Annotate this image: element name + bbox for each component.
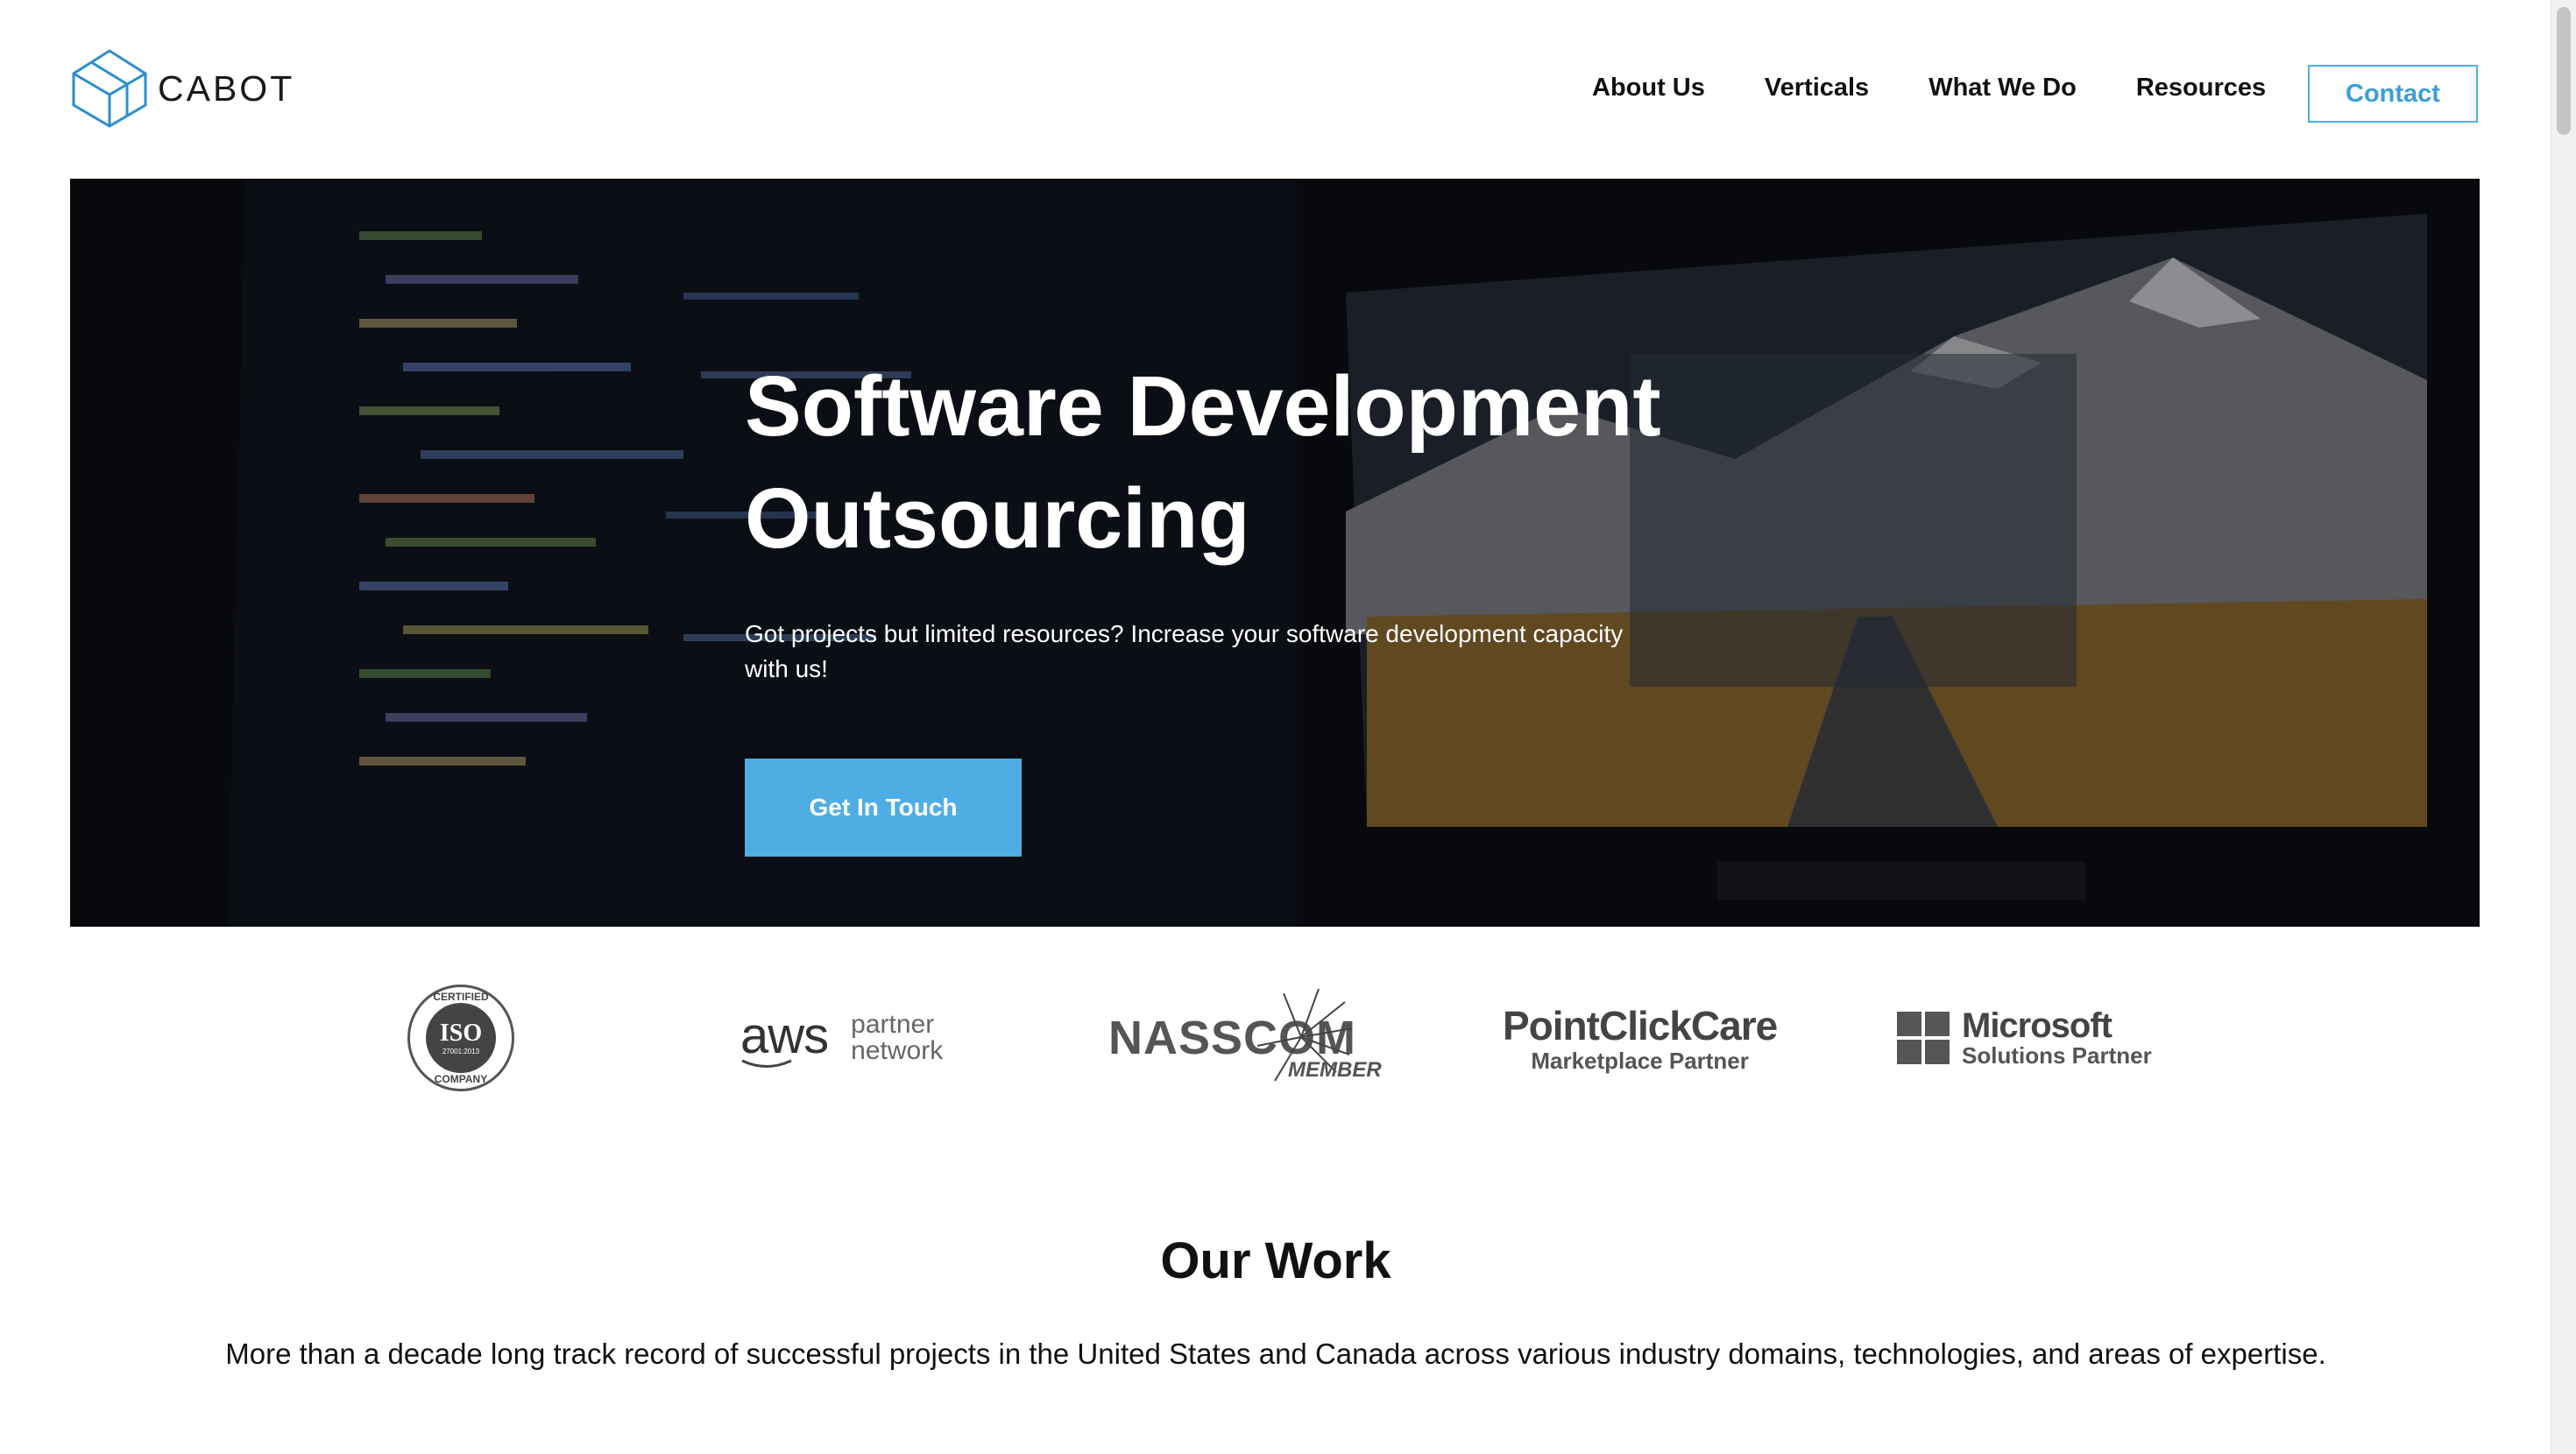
hero-subtitle: Got projects but limited resources? Incr… <box>745 620 1624 682</box>
aws-line1: partner <box>851 1010 935 1039</box>
ms-main: Microsoft <box>1962 1006 2112 1045</box>
nav-about-us[interactable]: About Us <box>1592 74 1705 102</box>
nasscom-sub: MEMBER <box>1288 1058 1382 1082</box>
iso-main: ISO <box>439 1019 483 1047</box>
contact-button[interactable]: Contact <box>2308 65 2478 123</box>
partner-logos: ISO 27001:2013 CERTIFIED COMPANY aws par… <box>0 963 2551 1112</box>
hero-title-line1: Software Development <box>745 358 1661 454</box>
hero-title: Software Development Outsourcing <box>745 350 1709 575</box>
aws-word: aws <box>740 1006 829 1064</box>
microsoft-logo: Microsoft Solutions Partner <box>1897 963 2152 1112</box>
nasscom-logo: NASSCOM MEMBER <box>1108 963 1382 1112</box>
pcc-main: PointClickCare <box>1503 1002 1778 1048</box>
hero-title-line2: Outsourcing <box>745 470 1250 566</box>
hero-content: Software Development Outsourcing Got pro… <box>745 350 1709 687</box>
pointclickcare-logo: PointClickCare Marketplace Partner <box>1503 963 1778 1112</box>
our-work-title: Our Work <box>1160 1232 1391 1289</box>
ms-sub: Solutions Partner <box>1962 1042 2152 1069</box>
iso-logo: ISO 27001:2013 CERTIFIED COMPANY <box>407 963 514 1112</box>
nav-what-we-do[interactable]: What We Do <box>1928 74 2077 102</box>
nav-resources[interactable]: Resources <box>2136 74 2266 102</box>
aws-partner-logo: aws partner network <box>740 963 943 1112</box>
aws-line2: network <box>851 1036 944 1065</box>
iso-number: 27001:2013 <box>442 1047 480 1055</box>
logo[interactable]: CABOT <box>68 47 294 130</box>
logo-text: CABOT <box>158 67 295 109</box>
get-in-touch-button[interactable]: Get In Touch <box>745 759 1022 857</box>
nav-verticals[interactable]: Verticals <box>1765 74 1869 102</box>
hero-banner: Software Development Outsourcing Got pro… <box>70 179 2480 927</box>
aws-smile-icon <box>741 1059 792 1068</box>
scrollbar-thumb[interactable] <box>2557 7 2571 135</box>
pcc-sub: Marketplace Partner <box>1531 1047 1749 1074</box>
cube-logo-icon <box>72 49 147 128</box>
page-scrollbar[interactable] <box>2551 0 2576 1454</box>
iso-bottom-text: COMPANY <box>434 1073 488 1085</box>
microsoft-grid-icon <box>1897 1012 1950 1064</box>
iso-top-text: CERTIFIED <box>433 991 489 1003</box>
our-work-description: More than a decade long track record of … <box>225 1338 2326 1370</box>
site-header: CABOT About Us Verticals What We Do Reso… <box>0 0 2551 179</box>
iso-badge-icon: ISO 27001:2013 CERTIFIED COMPANY <box>407 985 514 1091</box>
main-nav: About Us Verticals What We Do Resources <box>1592 74 2325 102</box>
